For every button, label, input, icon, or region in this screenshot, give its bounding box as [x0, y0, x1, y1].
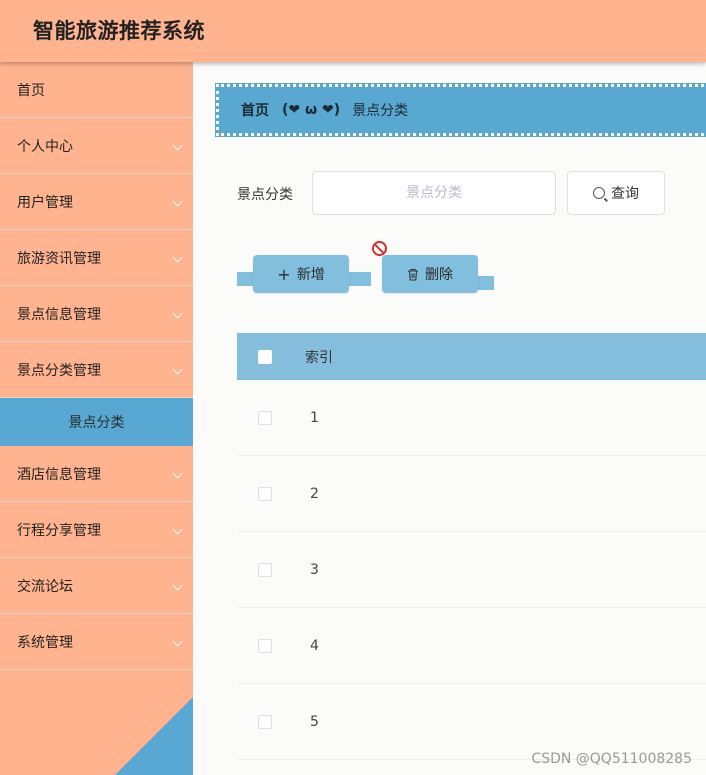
sidebar-subitem-scenic-category[interactable]: 景点分类: [0, 398, 193, 446]
chevron-up-icon: [172, 364, 183, 375]
sidebar-item-travel-news[interactable]: 旅游资讯管理: [0, 230, 193, 286]
sidebar: 首页 个人中心 用户管理 旅游资讯管理 景点信息管理 景点分类管理 景点分类 酒…: [0, 62, 193, 775]
add-button-label: 新增: [296, 267, 325, 283]
breadcrumb: 首页 (❤ ω ❤) 景点分类: [215, 83, 706, 137]
chevron-down-icon: [172, 636, 183, 647]
chevron-down-icon: [172, 252, 183, 263]
chevron-down-icon: [172, 524, 183, 535]
breadcrumb-current: 景点分类: [352, 103, 409, 119]
add-button[interactable]: + 新增: [253, 255, 349, 293]
row-index: 2: [310, 485, 319, 502]
sidebar-item-label: 行程分享管理: [17, 522, 101, 539]
row-checkbox[interactable]: [258, 486, 272, 501]
sidebar-item-label: 景点信息管理: [17, 306, 101, 323]
row-index: 3: [310, 561, 319, 578]
column-header-index: 索引: [305, 349, 333, 366]
sidebar-item-hotel-info[interactable]: 酒店信息管理: [0, 446, 193, 502]
table-header: 索引: [237, 333, 706, 380]
top-header: 智能旅游推荐系统: [0, 0, 706, 62]
row-checkbox[interactable]: [258, 562, 272, 577]
table-row: 5: [237, 684, 706, 760]
sidebar-item-scenic-category[interactable]: 景点分类管理: [0, 342, 193, 398]
chevron-down-icon: [172, 580, 183, 591]
row-checkbox[interactable]: [258, 714, 272, 729]
sidebar-item-label: 交流论坛: [17, 578, 73, 595]
sidebar-item-label: 首页: [17, 82, 45, 99]
delete-button[interactable]: 删除: [382, 255, 478, 293]
sidebar-item-label: 旅游资讯管理: [17, 250, 101, 267]
search-icon: [593, 187, 605, 199]
forbidden-cursor-icon: [372, 241, 387, 256]
watermark: CSDN @QQ511008285: [531, 751, 692, 767]
sidebar-item-user-management[interactable]: 用户管理: [0, 174, 193, 230]
sidebar-item-label: 用户管理: [17, 194, 73, 211]
search-label: 景点分类: [237, 187, 293, 203]
row-index: 5: [310, 713, 319, 730]
app-title: 智能旅游推荐系统: [33, 19, 205, 43]
sidebar-item-trip-share[interactable]: 行程分享管理: [0, 502, 193, 558]
row-index: 4: [310, 637, 319, 654]
chevron-down-icon: [172, 140, 183, 151]
table-row: 4: [237, 608, 706, 684]
data-table: 索引 1 2 3 4 5: [237, 333, 706, 760]
chevron-down-icon: [172, 196, 183, 207]
select-all-checkbox[interactable]: [258, 349, 272, 364]
sidebar-item-label: 酒店信息管理: [17, 466, 101, 483]
sidebar-item-label: 系统管理: [17, 634, 73, 651]
sidebar-item-scenic-info[interactable]: 景点信息管理: [0, 286, 193, 342]
row-index: 1: [310, 409, 319, 426]
breadcrumb-separator: (❤ ω ❤): [282, 102, 341, 118]
row-checkbox[interactable]: [258, 638, 272, 653]
trash-icon: [408, 268, 418, 281]
sidebar-item-label: 景点分类管理: [17, 362, 101, 379]
table-row: 3: [237, 532, 706, 608]
chevron-down-icon: [172, 308, 183, 319]
plus-icon: +: [277, 264, 291, 284]
table-row: 2: [237, 456, 706, 532]
decorative-corner: [115, 697, 193, 775]
chevron-down-icon: [172, 468, 183, 479]
sidebar-item-label: 个人中心: [17, 138, 73, 155]
table-row: 1: [237, 380, 706, 456]
search-input[interactable]: [312, 171, 556, 215]
row-checkbox[interactable]: [258, 410, 272, 425]
breadcrumb-home[interactable]: 首页: [241, 100, 269, 120]
sidebar-item-home[interactable]: 首页: [0, 62, 193, 118]
delete-button-label: 删除: [425, 267, 453, 283]
sidebar-item-personal-center[interactable]: 个人中心: [0, 118, 193, 174]
query-button-label: 查询: [611, 186, 639, 202]
sidebar-item-forum[interactable]: 交流论坛: [0, 558, 193, 614]
sidebar-item-system[interactable]: 系统管理: [0, 614, 193, 670]
query-button[interactable]: 查询: [567, 171, 665, 215]
